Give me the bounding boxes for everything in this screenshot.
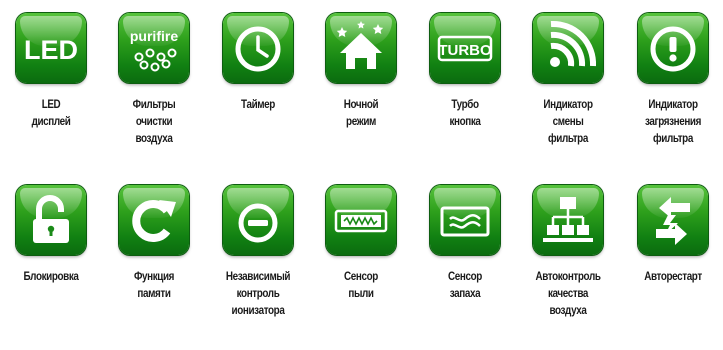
feature-caption: LED дисплей [31,99,71,128]
feature-caption: Сенсор пыли [344,271,378,300]
timer-clock-icon [223,13,293,83]
feature-caption: Турбо кнопка [449,99,481,128]
feature-caption: Фильтры очистки воздуха [132,99,176,145]
filter-contamination-warning-icon [638,13,708,83]
feature-caption: Сенсор запаха [448,271,482,300]
feature-caption: Индикатор загрязнения фильтра [644,99,702,145]
feature-turbo: TURBO Турбо кнопка [413,13,517,131]
feature-caption: Индикатор смены фильтра [543,99,593,145]
feature-caption: Функция памяти [133,271,175,300]
feature-caption: Ночной режим [343,99,379,128]
feature-caption: Авторестарт [644,271,702,283]
svg-text:purifire: purifire [130,28,178,44]
feature-caption: Независимый контроль ионизатора [225,271,291,317]
odor-sensor-icon [430,185,500,255]
air-quality-autocontrol-icon [533,185,603,255]
auto-restart-icon [638,185,708,255]
lock-icon [16,185,86,255]
ionizer-control-icon [223,185,293,255]
feature-caption: Таймер [241,99,275,111]
feature-timer: Таймер [206,13,310,114]
feature-caption: Блокировка [23,271,79,283]
feature-air-filters: purifire Фильтры очистки воздуха [102,13,206,148]
feature-caption: Автоконтроль качества воздуха [535,271,601,317]
led-icon: LED [16,13,86,83]
feature-dust-sensor: Сенсор пыли [309,185,413,303]
dust-sensor-icon [326,185,396,255]
feature-air-quality-autocontrol: Автоконтроль качества воздуха [516,185,620,320]
feature-ionizer-control: Независимый контроль ионизатора [206,185,310,320]
memory-function-icon [119,185,189,255]
feature-memory: Функция памяти [102,185,206,303]
turbo-icon: TURBO [430,13,500,83]
feature-auto-restart: Авторестарт [621,185,723,286]
feature-filter-change-indicator: Индикатор смены фильтра [516,13,620,148]
feature-filter-contamination-indicator: Индикатор загрязнения фильтра [621,13,723,148]
feature-led-display: LED LED дисплей [0,13,103,131]
night-mode-house-icon [326,13,396,83]
feature-lock: Блокировка [0,185,103,286]
air-purifier-filter-icon: purifire [119,13,189,83]
feature-night-mode: Ночной режим [309,13,413,131]
svg-text:TURBO: TURBO [438,42,492,59]
feature-odor-sensor: Сенсор запаха [413,185,517,303]
svg-text:LED: LED [24,35,78,65]
filter-change-indicator-icon [533,13,603,83]
